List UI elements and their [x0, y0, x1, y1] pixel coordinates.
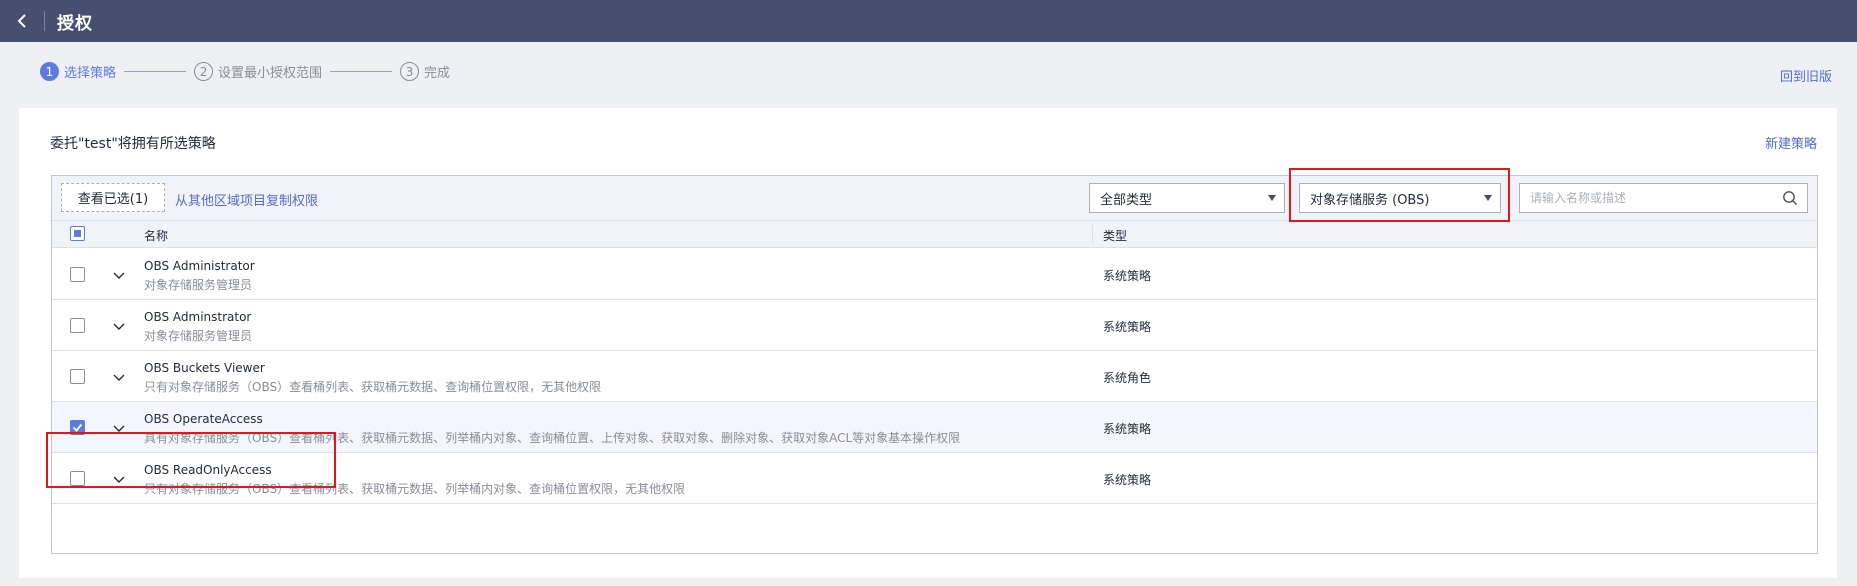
- step-1-label: 选择策略: [64, 66, 117, 81]
- policy-type-value: 全部类型: [1100, 192, 1153, 208]
- step-1: 1 选择策略: [40, 62, 116, 81]
- column-divider: [1092, 225, 1093, 244]
- checkmark-icon: [72, 423, 83, 432]
- column-header-type: 类型: [1103, 229, 1128, 243]
- divider: [44, 11, 45, 31]
- search-box: [1519, 183, 1808, 213]
- card-description: 委托"test"将拥有所选策略: [50, 136, 216, 152]
- row-checkbox[interactable]: [70, 420, 85, 435]
- expand-chevron-icon[interactable]: [113, 320, 125, 335]
- service-select[interactable]: 对象存储服务 (OBS): [1299, 183, 1501, 213]
- step-3-number: 3: [400, 62, 420, 81]
- policy-type: 系统角色: [1103, 371, 1152, 385]
- copy-permissions-link[interactable]: 从其他区域项目复制权限: [175, 190, 318, 209]
- table-row[interactable]: OBS OperateAccess 具有对象存储服务（OBS）查看桶列表、获取桶…: [52, 402, 1817, 453]
- policy-description: 只有对象存储服务（OBS）查看桶列表、获取桶元数据、列举桶内对象、查询桶位置权限…: [144, 482, 686, 496]
- step-3: 3 完成: [400, 62, 450, 81]
- select-all-checkbox[interactable]: [70, 226, 85, 241]
- expand-chevron-icon[interactable]: [113, 473, 125, 488]
- step-3-label: 完成: [424, 66, 451, 81]
- table-header: 名称 类型: [52, 221, 1817, 248]
- row-checkbox[interactable]: [70, 471, 85, 486]
- policy-description: 具有对象存储服务（OBS）查看桶列表、获取桶元数据、列举桶内对象、查询桶位置、上…: [144, 431, 961, 445]
- column-header-name: 名称: [144, 229, 169, 243]
- back-button[interactable]: [0, 0, 44, 42]
- search-icon[interactable]: [1782, 190, 1798, 210]
- policy-type: 系统策略: [1103, 422, 1152, 436]
- table-row[interactable]: OBS Buckets Viewer 只有对象存储服务（OBS）查看桶列表、获取…: [52, 351, 1817, 402]
- table-row[interactable]: OBS Adminstrator 对象存储服务管理员 系统策略: [52, 300, 1817, 351]
- policy-table: 查看已选(1) 从其他区域项目复制权限 全部类型 对象存储服务 (OBS) 名称…: [51, 175, 1818, 554]
- expand-chevron-icon[interactable]: [113, 422, 125, 437]
- step-indicator: 1 选择策略 2 设置最小授权范围 3 完成: [40, 62, 450, 81]
- step-connector: [330, 71, 393, 72]
- top-bar: 授权: [0, 0, 1857, 42]
- policy-type: 系统策略: [1103, 473, 1152, 487]
- policy-name: OBS OperateAccess: [144, 412, 263, 426]
- search-input[interactable]: [1530, 191, 1770, 205]
- service-value: 对象存储服务 (OBS): [1310, 192, 1430, 208]
- policy-name: OBS Adminstrator: [144, 310, 252, 324]
- table-row[interactable]: OBS Administrator 对象存储服务管理员 系统策略: [52, 249, 1817, 300]
- caret-down-icon: [1484, 195, 1492, 201]
- back-to-old-version-link[interactable]: 回到旧版: [1780, 66, 1832, 85]
- table-row[interactable]: OBS ReadOnlyAccess 只有对象存储服务（OBS）查看桶列表、获取…: [52, 453, 1817, 504]
- policy-name: OBS Buckets Viewer: [144, 361, 265, 375]
- policy-name: OBS Administrator: [144, 259, 255, 273]
- row-checkbox[interactable]: [70, 318, 85, 333]
- step-2-label: 设置最小授权范围: [218, 66, 323, 81]
- policy-description: 对象存储服务管理员: [144, 329, 253, 343]
- expand-chevron-icon[interactable]: [113, 371, 125, 386]
- policy-type: 系统策略: [1103, 269, 1152, 283]
- policy-description: 对象存储服务管理员: [144, 278, 253, 292]
- table-toolbar: 查看已选(1) 从其他区域项目复制权限 全部类型 对象存储服务 (OBS): [52, 176, 1817, 221]
- row-checkbox[interactable]: [70, 369, 85, 384]
- chevron-left-icon: [17, 14, 26, 28]
- policy-card: 委托"test"将拥有所选策略 新建策略 查看已选(1) 从其他区域项目复制权限…: [19, 108, 1837, 578]
- new-policy-link[interactable]: 新建策略: [1765, 133, 1817, 152]
- policy-name: OBS ReadOnlyAccess: [144, 463, 272, 477]
- step-1-number: 1: [40, 62, 59, 81]
- step-2-number: 2: [194, 62, 214, 81]
- policy-description: 只有对象存储服务（OBS）查看桶列表、获取桶元数据、查询桶位置权限，无其他权限: [144, 380, 602, 394]
- policy-type: 系统策略: [1103, 320, 1152, 334]
- step-2: 2 设置最小授权范围: [194, 62, 322, 81]
- expand-chevron-icon[interactable]: [113, 269, 125, 284]
- step-connector: [124, 71, 187, 72]
- page-title: 授权: [57, 13, 93, 34]
- row-checkbox[interactable]: [70, 267, 85, 282]
- caret-down-icon: [1268, 195, 1276, 201]
- policy-type-select[interactable]: 全部类型: [1089, 183, 1285, 213]
- view-selected-button[interactable]: 查看已选(1): [61, 183, 165, 212]
